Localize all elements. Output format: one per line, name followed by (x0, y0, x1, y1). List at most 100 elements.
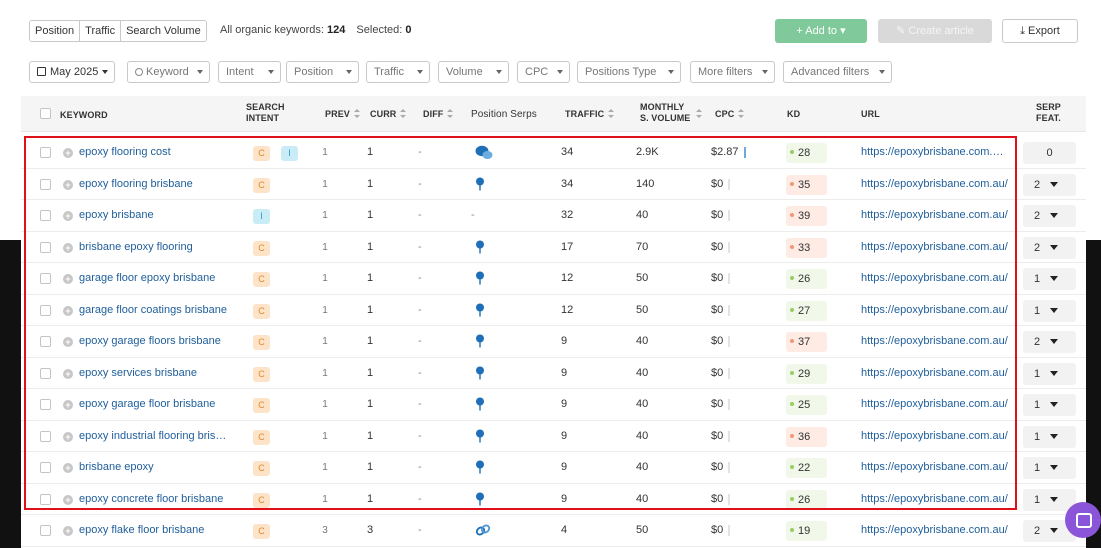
url-link[interactable]: https://epoxybrisbane.com.au/ (861, 493, 1009, 505)
add-keyword-icon[interactable]: + (63, 148, 73, 158)
pin-icon[interactable] (475, 460, 485, 477)
table-row[interactable]: + epoxy garage floor brisbane C 1 1 - 9 40 $0 25 h… (21, 389, 1086, 421)
add-keyword-icon[interactable]: + (63, 400, 73, 410)
serp-features-dropdown[interactable]: 2 (1023, 205, 1076, 227)
serp-features-dropdown[interactable]: 1 (1023, 488, 1076, 511)
keyword-link[interactable]: epoxy flake floor brisbane (79, 524, 204, 536)
serp-features-dropdown[interactable]: 1 (1023, 362, 1076, 385)
tab-search-volume[interactable]: Search Volume (121, 21, 206, 41)
row-checkbox[interactable] (40, 178, 51, 190)
row-checkbox[interactable] (40, 367, 51, 379)
cpc-filter[interactable]: CPC (517, 61, 570, 83)
chat-icon[interactable] (1065, 502, 1101, 538)
keyword-link[interactable]: epoxy flooring brisbane (79, 178, 193, 190)
url-link[interactable]: https://epoxybrisbane.com.au/ (861, 241, 1009, 253)
keyword-link[interactable]: epoxy industrial flooring brisbane (79, 430, 227, 442)
table-row[interactable]: + epoxy industrial flooring brisbane C 1 1 - 9… (21, 421, 1086, 452)
row-checkbox[interactable] (40, 241, 51, 253)
row-checkbox[interactable] (40, 462, 51, 473)
table-row[interactable]: + brisbane epoxy flooring C 1 1 - 17 70 $0 33 http… (21, 232, 1086, 263)
pin-icon[interactable] (475, 429, 485, 446)
pin-icon[interactable] (475, 240, 485, 257)
pin-icon[interactable] (475, 271, 485, 288)
add-keyword-icon[interactable]: + (63, 274, 73, 284)
serp-features-dropdown[interactable]: 0 (1023, 142, 1076, 164)
tab-traffic[interactable]: Traffic (80, 21, 122, 41)
serp-features-dropdown[interactable]: 2 (1023, 236, 1076, 259)
table-row[interactable]: + epoxy brisbane I 1 1 - - 32 40 $0 39 https://epox… (21, 200, 1086, 232)
serp-features-dropdown[interactable]: 1 (1023, 299, 1076, 322)
url-link[interactable]: https://epoxybrisbane.com.au/ (861, 430, 1009, 442)
serp-features-dropdown[interactable]: 2 (1023, 173, 1076, 196)
keyword-link[interactable]: garage floor coatings brisbane (79, 304, 227, 316)
row-checkbox[interactable] (40, 210, 51, 221)
serp-features-dropdown[interactable]: 2 (1023, 331, 1076, 353)
table-row[interactable]: + epoxy flooring brisbane C 1 1 - 34 140 $0 35 htt… (21, 169, 1086, 200)
table-row[interactable]: + garage floor epoxy brisbane C 1 1 - 12 50 $0 26… (21, 263, 1086, 295)
table-row[interactable]: + brisbane epoxy C 1 1 - 9 40 $0 22 https://epoxyb… (21, 452, 1086, 484)
serp-features-dropdown[interactable]: 1 (1023, 394, 1076, 416)
col-traffic[interactable]: TRAFFIC (565, 109, 615, 119)
url-link[interactable]: https://epoxybrisbane.com.au/ (861, 398, 1009, 410)
pin-icon[interactable] (475, 397, 485, 414)
date-filter[interactable]: May 2025 (29, 61, 115, 83)
col-monthly-volume[interactable]: MONTHLY S. VOLUME (640, 102, 690, 124)
url-link[interactable]: https://epoxybrisbane.com.au/ (861, 272, 1009, 284)
url-link[interactable]: https://epoxybrisbane.com.au/... (861, 146, 1009, 158)
keyword-link[interactable]: epoxy concrete floor brisbane (79, 493, 223, 505)
table-row[interactable]: + epoxy flake floor brisbane C 3 3 - 4 50 $0 19 ht… (21, 515, 1086, 547)
col-curr[interactable]: CURR (370, 109, 407, 119)
row-checkbox[interactable] (40, 304, 51, 316)
add-keyword-icon[interactable]: + (63, 526, 73, 536)
col-prev[interactable]: PREV (325, 109, 360, 119)
table-row[interactable]: + epoxy services brisbane C 1 1 - 9 40 $0 29 https… (21, 358, 1086, 389)
row-checkbox[interactable] (40, 430, 51, 442)
volume-filter[interactable]: Volume (438, 61, 509, 83)
traffic-filter[interactable]: Traffic (366, 61, 430, 83)
table-row[interactable]: + epoxy garage floors brisbane C 1 1 - 9 40 $0 37… (21, 326, 1086, 358)
link-icon[interactable] (475, 523, 491, 540)
advanced-filters-button[interactable]: Advanced filters (783, 61, 892, 83)
url-link[interactable]: https://epoxybrisbane.com.au/ (861, 178, 1009, 190)
keyword-link[interactable]: epoxy services brisbane (79, 367, 197, 379)
keyword-link[interactable]: epoxy flooring cost (79, 146, 171, 158)
table-row[interactable]: + epoxy flooring cost C I 1 1 - 34 2.9K $2.87 28 ht… (21, 137, 1086, 169)
url-link[interactable]: https://epoxybrisbane.com.au/ (861, 335, 1009, 347)
tab-position[interactable]: Position (30, 21, 81, 41)
row-checkbox[interactable] (40, 147, 51, 158)
add-keyword-icon[interactable]: + (63, 368, 73, 379)
position-filter[interactable]: Position (286, 61, 359, 83)
row-checkbox[interactable] (40, 336, 51, 347)
chat-icon[interactable] (475, 145, 493, 164)
url-link[interactable]: https://epoxybrisbane.com.au/ (861, 209, 1009, 221)
more-filters-button[interactable]: More filters (690, 61, 775, 83)
serp-features-dropdown[interactable]: 1 (1023, 268, 1076, 290)
add-to-button[interactable]: + Add to ▾ (775, 19, 867, 43)
url-link[interactable]: https://epoxybrisbane.com.au/ (861, 461, 1009, 473)
add-keyword-icon[interactable]: + (63, 337, 73, 347)
serp-features-dropdown[interactable]: 1 (1023, 457, 1076, 479)
row-checkbox[interactable] (40, 525, 51, 536)
keyword-link[interactable]: epoxy garage floors brisbane (79, 335, 221, 347)
select-all-checkbox[interactable] (40, 108, 51, 119)
keyword-link[interactable]: garage floor epoxy brisbane (79, 272, 215, 284)
pin-icon[interactable] (475, 303, 485, 320)
intent-filter[interactable]: Intent (218, 61, 281, 83)
col-keyword[interactable]: KEYWORD (60, 110, 108, 120)
pin-icon[interactable] (475, 334, 485, 351)
create-article-button[interactable]: ✎ Create article (878, 19, 992, 43)
keyword-link[interactable]: epoxy garage floor brisbane (79, 398, 215, 410)
row-checkbox[interactable] (40, 493, 51, 505)
serp-features-dropdown[interactable]: 1 (1023, 425, 1076, 448)
export-button[interactable]: ⤓ Export (1002, 19, 1078, 43)
col-kd[interactable]: KD (787, 109, 800, 119)
add-keyword-icon[interactable]: + (63, 179, 73, 190)
add-keyword-icon[interactable]: + (63, 431, 73, 442)
url-link[interactable]: https://epoxybrisbane.com.au/ (861, 524, 1009, 536)
table-row[interactable]: + epoxy concrete floor brisbane C 1 1 - 9 40 $0 2… (21, 484, 1086, 515)
positions-type-filter[interactable]: Positions Type (577, 61, 681, 83)
keyword-link[interactable]: brisbane epoxy (79, 461, 154, 473)
add-keyword-icon[interactable]: + (63, 211, 73, 221)
keyword-link[interactable]: brisbane epoxy flooring (79, 241, 193, 253)
col-cpc[interactable]: CPC (715, 109, 745, 119)
